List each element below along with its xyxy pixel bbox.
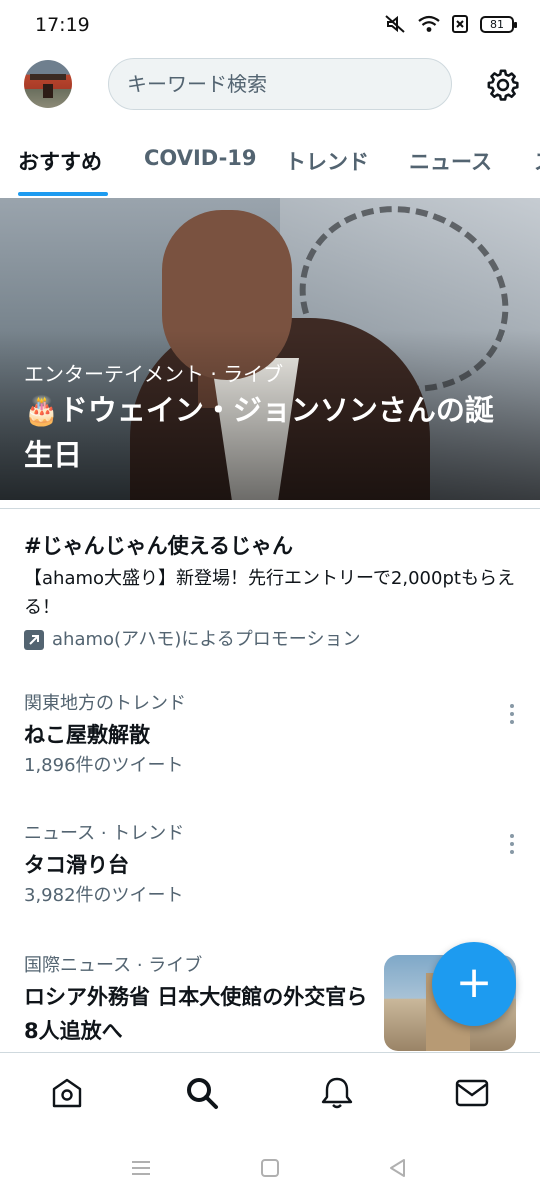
trend-title: ねこ屋敷解散 [24, 723, 150, 747]
search-icon[interactable] [184, 1075, 220, 1111]
explore-tabs: おすすめ COVID-19 トレンド ニュース ス [0, 130, 540, 198]
more-options-icon[interactable] [508, 704, 516, 726]
trend-title: タコ滑り台 [24, 853, 129, 877]
hero-title-text: ドウェイン・ジョンソンさんの誕生日 [24, 393, 494, 472]
tab-news[interactable]: ニュース [409, 146, 492, 176]
trend-count: 1,896件のツイート [24, 755, 184, 776]
status-icons: 81 [384, 14, 517, 34]
home-icon[interactable] [49, 1075, 85, 1111]
promo-by: ahamo(アハモ)によるプロモーション [24, 625, 520, 655]
divider [0, 508, 540, 509]
back-icon[interactable] [386, 1156, 410, 1180]
gear-icon[interactable] [486, 68, 520, 102]
hero-card[interactable]: エンターテイメント · ライブ 🎂ドウェイン・ジョンソンさんの誕生日 [0, 198, 540, 500]
mute-icon [385, 15, 405, 33]
battery-icon: 81 [480, 15, 517, 33]
trend-item[interactable]: ニュース · トレンド タコ滑り台 3,982件のツイート [24, 820, 520, 910]
messages-icon[interactable] [454, 1075, 490, 1111]
notifications-icon[interactable] [319, 1075, 355, 1111]
trend-meta: 関東地方のトレンド [24, 693, 186, 714]
tab-trending[interactable]: トレンド [285, 146, 369, 176]
top-bar: キーワード検索 [0, 54, 540, 116]
search-input[interactable]: キーワード検索 [108, 58, 452, 110]
news-title: ロシア外務省 日本大使館の外交官ら8人追放へ [24, 985, 368, 1043]
promoted-arrow-icon [24, 630, 44, 650]
tab-sports[interactable]: ス [534, 146, 540, 176]
tab-recommended[interactable]: おすすめ [18, 146, 102, 176]
compose-button[interactable]: + [432, 942, 516, 1026]
promo-by-text: ahamo(アハモ)によるプロモーション [52, 629, 361, 650]
more-options-icon[interactable] [508, 834, 516, 856]
bottom-nav [0, 1052, 540, 1135]
tab-covid19[interactable]: COVID-19 [144, 146, 257, 170]
trend-meta: ニュース · トレンド [24, 823, 185, 844]
hero-title: 🎂ドウェイン・ジョンソンさんの誕生日 [24, 388, 519, 477]
status-bar: 17:19 81 [0, 0, 540, 52]
system-nav-bar [0, 1134, 540, 1200]
avatar-door [43, 84, 53, 98]
news-item[interactable]: 国際ニュース · ライブ ロシア外務省 日本大使館の外交官ら8人追放へ [24, 952, 369, 1048]
promo-title: #じゃんじゃん使えるじゃん [24, 534, 293, 558]
hero-category: エンターテイメント · ライブ [24, 362, 284, 386]
promo-description: 【ahamo大盛り】新登場！先行エントリーで2,000ptもらえる！ [24, 568, 515, 618]
news-meta: 国際ニュース · ライブ [24, 955, 203, 976]
wifi-icon [418, 15, 440, 32]
tab-indicator [18, 192, 108, 196]
cake-emoji-icon: 🎂 [24, 394, 59, 427]
trend-count: 3,982件のツイート [24, 885, 184, 906]
status-time: 17:19 [35, 14, 90, 36]
avatar[interactable] [24, 60, 72, 108]
trend-item[interactable]: 関東地方のトレンド ねこ屋敷解散 1,896件のツイート [24, 690, 520, 780]
avatar-roof [30, 74, 66, 80]
sim-icon [452, 15, 468, 33]
home-button-icon[interactable] [258, 1156, 282, 1180]
recent-apps-icon[interactable] [129, 1156, 153, 1180]
promoted-trend[interactable]: #じゃんじゃん使えるじゃん 【ahamo大盛り】新登場！先行エントリーで2,00… [24, 530, 520, 655]
